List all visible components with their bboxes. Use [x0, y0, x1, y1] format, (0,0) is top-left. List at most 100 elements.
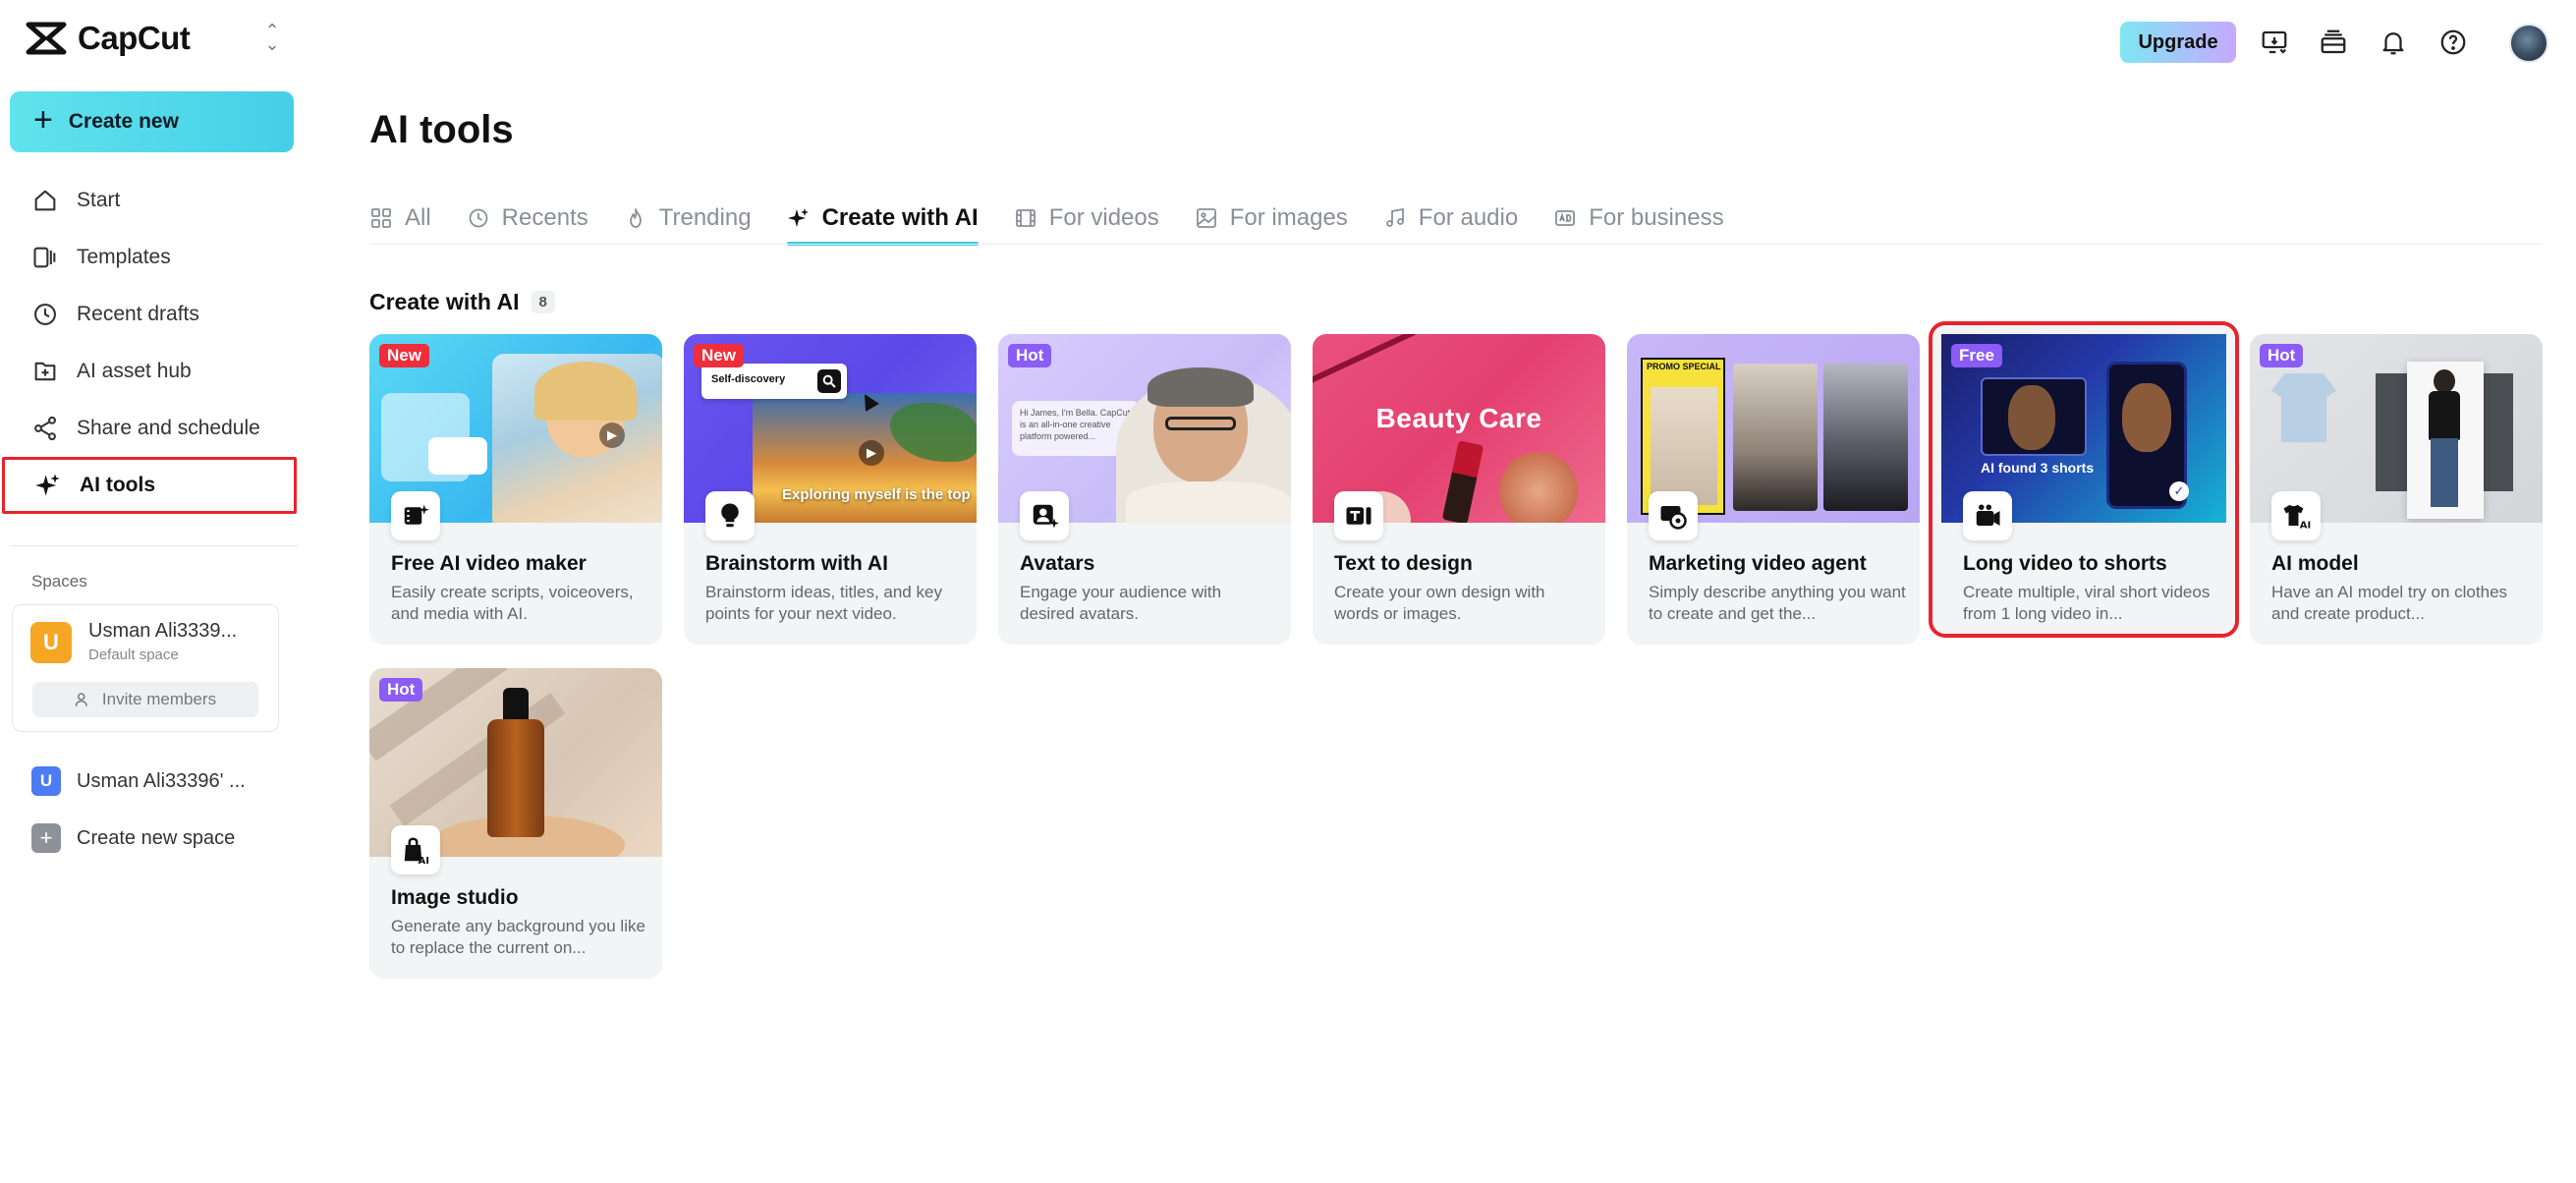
page-title: AI tools — [369, 108, 514, 151]
svg-text:AI: AI — [419, 856, 429, 865]
tab-recents[interactable]: Recents — [467, 193, 588, 244]
marketing-agent-icon — [1649, 491, 1698, 540]
spaces-heading: Spaces — [31, 572, 87, 591]
sidebar-item-label: Templates — [77, 246, 171, 268]
create-new-label: Create new — [68, 110, 179, 133]
card-description: Generate any background you like to repl… — [391, 917, 645, 957]
flame-icon — [629, 208, 642, 228]
sidebar-nav: Start Templates Recent drafts AI asset h… — [0, 172, 300, 514]
film-icon — [1015, 209, 1036, 227]
invite-members-button[interactable]: Invite members — [32, 682, 258, 717]
tool-card-free-ai-video-maker[interactable]: ▶ New Free AI video maker Easily create … — [369, 334, 662, 645]
card-title: Avatars — [1020, 552, 1095, 575]
tab-for-videos[interactable]: For videos — [1014, 193, 1159, 244]
card-description: Create your own design with words or ima… — [1334, 583, 1545, 623]
tab-create-with-ai[interactable]: Create with AI — [786, 193, 979, 246]
desktop-download-icon[interactable] — [2258, 26, 2291, 59]
tab-for-audio[interactable]: For audio — [1383, 193, 1518, 244]
tshirt-ai-icon: AI — [2271, 491, 2321, 540]
upgrade-button[interactable]: Upgrade — [2120, 22, 2236, 63]
sidebar-item-recent-drafts[interactable]: Recent drafts — [0, 286, 300, 343]
sidebar-item-label: Share and schedule — [77, 417, 260, 439]
avatar-icon — [1020, 491, 1069, 540]
sparkle-icon — [787, 208, 809, 227]
tab-label: All — [405, 204, 431, 231]
card-description: Brainstorm ideas, titles, and key points… — [705, 583, 942, 623]
tool-card-avatars[interactable]: Hi James, I'm Bella. CapCut is an all-in… — [998, 334, 1291, 645]
tab-label: Create with AI — [821, 204, 979, 231]
sidebar-item-templates[interactable]: Templates — [0, 229, 300, 286]
tab-label: For videos — [1048, 204, 1159, 231]
sidebar-item-label: Start — [77, 189, 121, 211]
space-name: Usman Ali33396' ... — [77, 769, 246, 792]
card-description: Create multiple, viral short videos from… — [1963, 583, 2211, 623]
space-subtitle: Default space — [88, 647, 179, 663]
inbox-stack-icon[interactable] — [2317, 26, 2350, 59]
thumb-caption: AI found 3 shorts — [1981, 460, 2095, 476]
tool-card-text-to-design[interactable]: Beauty Care Text to design Create your o… — [1313, 334, 1605, 645]
tab-label: For business — [1589, 204, 1724, 231]
badge-hot: Hot — [1008, 344, 1052, 367]
section-count-badge: 8 — [531, 291, 555, 313]
bell-icon[interactable] — [2377, 26, 2410, 59]
help-icon[interactable] — [2436, 26, 2470, 59]
tool-card-ai-model[interactable]: Hot AI AI model Have an AI model try on … — [2250, 334, 2543, 645]
grid-icon — [371, 208, 391, 228]
tool-card-long-video-to-shorts[interactable]: AI found 3 shorts ✓ Free Long video to s… — [1929, 321, 2239, 638]
sidebar-item-share-schedule[interactable]: Share and schedule — [0, 400, 300, 457]
tab-for-business[interactable]: For business — [1553, 193, 1724, 244]
badge-free: Free — [1951, 344, 2002, 367]
tool-card-marketing-video-agent[interactable]: PROMO SPECIAL Marketing video agent Simp… — [1627, 334, 1920, 645]
tab-label: Trending — [658, 204, 752, 231]
tab-trending[interactable]: Trending — [624, 193, 752, 244]
capcut-logo[interactable]: CapCut — [25, 16, 191, 61]
user-avatar[interactable] — [2509, 24, 2548, 63]
card-description: Easily create scripts, voiceovers, and m… — [391, 583, 634, 623]
clock-icon — [34, 304, 56, 325]
space-item[interactable]: U Usman Ali33396' ... — [31, 761, 246, 801]
invite-members-label: Invite members — [101, 690, 217, 708]
workspace-switch-icon[interactable]: ⌃ ⌄ — [263, 22, 281, 53]
tab-label: For images — [1229, 204, 1348, 231]
sidebar-item-ai-tools[interactable]: AI tools — [2, 457, 297, 514]
svg-text:AI: AI — [2300, 521, 2311, 532]
card-description: Engage your audience with desired avatar… — [1020, 583, 1222, 623]
sidebar-item-label: Recent drafts — [77, 303, 199, 325]
tool-card-brainstorm-with-ai[interactable]: Self-discovery ▶ Exploring myself is the… — [684, 334, 977, 645]
text-design-icon — [1334, 491, 1383, 540]
card-title: Marketing video agent — [1649, 552, 1867, 575]
sidebar-divider — [10, 545, 298, 546]
badge-new: New — [694, 344, 744, 367]
card-title: Long video to shorts — [1963, 552, 2167, 575]
sidebar-item-ai-asset-hub[interactable]: AI asset hub — [0, 343, 300, 400]
templates-icon — [33, 247, 56, 268]
badge-new: New — [379, 344, 429, 367]
tool-card-image-studio[interactable]: Hot AI Image studio Generate any backgro… — [369, 668, 662, 979]
create-new-button[interactable]: + Create new — [10, 91, 294, 152]
tab-divider — [369, 244, 2543, 245]
plus-icon: + — [33, 101, 53, 139]
badge-hot: Hot — [2260, 344, 2304, 367]
space-avatar: U — [31, 766, 61, 796]
capcut-logo-icon — [26, 22, 67, 55]
tab-all[interactable]: All — [369, 193, 431, 244]
music-icon — [1385, 207, 1404, 227]
category-tabs: All Recents Trending Create with AI For … — [369, 193, 1724, 246]
scissors-video-icon — [1963, 491, 2012, 540]
create-new-space-button[interactable]: + Create new space — [31, 818, 235, 858]
tab-for-images[interactable]: For images — [1195, 193, 1348, 244]
section-title: Create with AI — [369, 289, 520, 314]
badge-hot: Hot — [379, 678, 423, 702]
search-icon — [822, 374, 836, 388]
card-description: Have an AI model try on clothes and crea… — [2271, 583, 2508, 623]
sidebar-item-start[interactable]: Start — [0, 172, 300, 229]
card-description: Simply describe anything you want to cre… — [1649, 583, 1906, 623]
ad-icon — [1555, 210, 1576, 226]
check-icon: ✓ — [2169, 481, 2189, 501]
card-title: Text to design — [1334, 552, 1473, 575]
section-heading: Create with AI 8 — [369, 289, 555, 315]
home-icon — [34, 190, 56, 211]
tab-label: Recents — [501, 204, 588, 231]
space-card[interactable]: U Usman Ali3339... Default space Invite … — [12, 604, 279, 732]
lightbulb-icon — [705, 491, 755, 540]
